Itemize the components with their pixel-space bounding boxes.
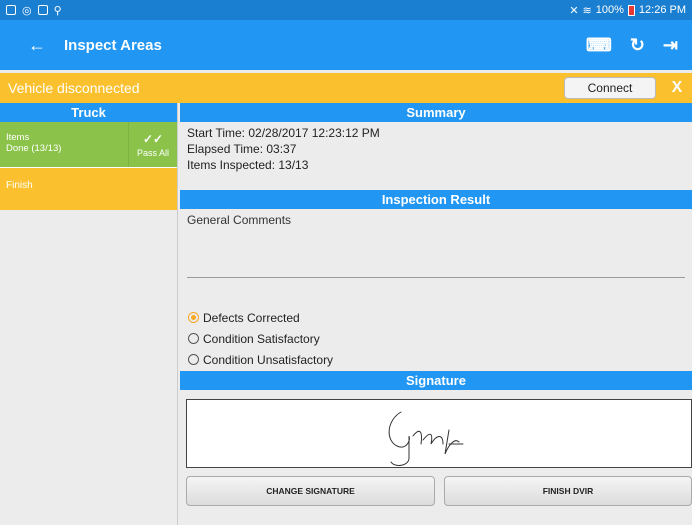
radio-unselected-icon [188, 354, 199, 365]
double-check-icon: ✓✓ [142, 131, 164, 146]
truck-header: Truck [0, 103, 177, 122]
option-label: Condition Unsatisfactory [203, 352, 334, 367]
status-bar: ◎ ⚲ ✕ ≋ 100% 12:26 PM [0, 0, 692, 20]
comments-underline [187, 277, 685, 278]
general-comments-label: General Comments [187, 213, 292, 227]
general-comments-field[interactable]: General Comments [180, 209, 692, 307]
app-bar-actions: ⌨ ↻ ⇥ [586, 35, 678, 56]
items-title: Items [6, 132, 30, 143]
status-right: ✕ ≋ 100% 12:26 PM [569, 4, 686, 17]
battery-percent: 100% [595, 4, 624, 16]
connect-button[interactable]: Connect [564, 77, 656, 99]
pass-all-label: Pass All [136, 147, 169, 158]
start-time: Start Time: 02/28/2017 12:23:12 PM [187, 126, 380, 140]
radio-unselected-icon [188, 333, 199, 344]
option-label: Condition Satisfactory [203, 331, 320, 346]
location-icon: ◎ [22, 4, 32, 17]
signature-pad[interactable] [186, 399, 692, 468]
signature-header: Signature [180, 371, 692, 390]
battery-icon [627, 4, 635, 16]
page-title: Inspect Areas [64, 36, 162, 54]
radio-condition-satisfactory[interactable]: Condition Satisfactory [188, 328, 692, 349]
vehicle-alert-bar: Vehicle disconnected Connect X [0, 73, 692, 103]
inspection-detail-panel: Summary Start Time: 02/28/2017 12:23:12 … [180, 103, 692, 525]
image-icon [37, 5, 48, 15]
logout-icon[interactable]: ⇥ [663, 35, 678, 56]
result-options: Defects Corrected Condition Satisfactory… [180, 307, 692, 371]
signature-actions: CHANGE SIGNATURE FINISH DVIR [180, 476, 692, 506]
items-info[interactable]: Items Done (13/13) [0, 122, 128, 167]
items-inspected: Items Inspected: 13/13 [187, 158, 309, 172]
items-status: Done (13/13) [6, 143, 62, 154]
option-label: Defects Corrected [203, 310, 300, 325]
radio-condition-unsatisfactory[interactable]: Condition Unsatisfactory [188, 349, 692, 370]
items-row[interactable]: Items Done (13/13) ✓✓ Pass All [0, 122, 177, 168]
finish-item[interactable]: Finish [0, 168, 177, 210]
alert-message: Vehicle disconnected [8, 80, 140, 96]
elapsed-time: Elapsed Time: 03:37 [187, 142, 297, 156]
inspection-areas-panel: Truck Items Done (13/13) ✓✓ Pass All Fin… [0, 103, 178, 525]
clock: 12:26 PM [638, 4, 686, 16]
app-bar: ← Inspect Areas ⌨ ↻ ⇥ [0, 20, 692, 70]
pass-all-button[interactable]: ✓✓ Pass All [128, 122, 177, 167]
bluetooth-off-icon: ✕ [569, 4, 579, 17]
change-signature-button[interactable]: CHANGE SIGNATURE [186, 476, 435, 506]
screen-icon [6, 5, 16, 15]
status-left-icons: ◎ ⚲ [6, 4, 62, 17]
summary-header: Summary [180, 103, 692, 122]
inspection-result-header: Inspection Result [180, 190, 692, 209]
signature-drawing [388, 411, 464, 466]
close-alert-button[interactable]: X [662, 79, 692, 97]
radio-defects-corrected[interactable]: Defects Corrected [188, 307, 692, 328]
driver-icon[interactable]: ⌨ [586, 35, 612, 56]
refresh-icon[interactable]: ↻ [630, 35, 645, 56]
summary-section: Start Time: 02/28/2017 12:23:12 PM Elaps… [180, 122, 692, 190]
usb-icon: ⚲ [53, 4, 62, 17]
wifi-icon: ≋ [582, 4, 592, 17]
arrow-left-icon[interactable]: ← [28, 35, 50, 56]
radio-selected-icon [188, 312, 199, 323]
finish-dvir-button[interactable]: FINISH DVIR [444, 476, 692, 506]
